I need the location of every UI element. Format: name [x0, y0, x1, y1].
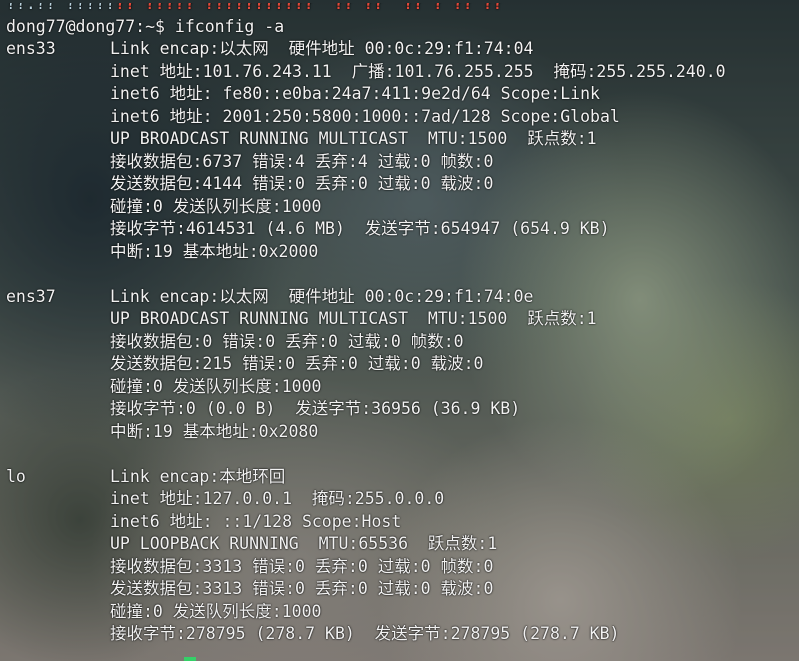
- command-text: ifconfig -a: [174, 16, 285, 36]
- interface-header-line: ens33 Link encap:以太网 硬件地址 00:0c:29:f1:74:…: [6, 38, 796, 61]
- interface-detail-line: 碰撞:0 发送队列长度:1000: [110, 196, 322, 216]
- interface-block-ens33: ens33 Link encap:以太网 硬件地址 00:0c:29:f1:74:…: [6, 38, 796, 286]
- interface-block-ens37: ens37 Link encap:以太网 硬件地址 00:0c:29:f1:74:…: [6, 286, 796, 466]
- interface-detail-line: UP LOOPBACK RUNNING MTU:65536 跃点数:1: [110, 534, 498, 553]
- interface-detail-line: 发送数据包:3313 错误:0 丢弃:0 过载:0 载波:0: [110, 579, 494, 598]
- interface-detail-line: 碰撞:0 发送队列长度:1000: [110, 376, 322, 396]
- interface-detail-line: inet 地址:101.76.243.11 广播:101.76.255.255 …: [110, 61, 726, 81]
- interface-name: lo: [6, 466, 26, 486]
- interface-detail-line: inet6 地址: 2001:250:5800:1000::7ad/128 Sc…: [110, 106, 620, 126]
- interface-list: ens33 Link encap:以太网 硬件地址 00:0c:29:f1:74:…: [6, 38, 796, 646]
- interface-detail-line: 碰撞:0 发送队列长度:1000: [110, 601, 322, 621]
- interface-detail-line: inet6 地址: fe80::e0ba:24a7:411:9e2d/64 Sc…: [110, 84, 600, 103]
- command-line: dong77@dong77:~$ ifconfig -a: [6, 16, 796, 39]
- interface-detail-line: inet 地址:127.0.0.1 掩码:255.0.0.0: [110, 489, 445, 508]
- interface-header-line: lo Link encap:本地环回: [6, 466, 796, 489]
- interface-detail-line: 发送数据包:4144 错误:0 丢弃:0 过载:0 载波:0: [110, 174, 494, 193]
- interface-detail-line: 接收字节:278795 (278.7 KB) 发送字节:278795 (278.…: [110, 624, 620, 643]
- interface-link-info: Link encap:以太网 硬件地址 00:0c:29:f1:74:0e: [110, 286, 534, 306]
- previous-output-prefix: ??:?? ?????: [6, 0, 116, 13]
- interface-link-info: Link encap:本地环回: [110, 466, 286, 486]
- interface-detail-line: UP BROADCAST RUNNING MULTICAST MTU:1500 …: [110, 129, 597, 148]
- interface-detail-line: 接收字节:0 (0.0 B) 发送字节:36956 (36.9 KB): [110, 399, 521, 418]
- interface-name: ens37: [6, 286, 56, 306]
- interface-detail-line: 接收数据包:6737 错误:4 丢弃:4 过载:0 帧数:0: [110, 151, 494, 171]
- interface-detail-line: 接收数据包:3313 错误:0 丢弃:0 过载:0 帧数:0: [110, 556, 494, 576]
- interface-link-info: Link encap:以太网 硬件地址 00:0c:29:f1:74:04: [110, 39, 534, 58]
- interface-name: ens33: [6, 39, 56, 58]
- terminal-cursor: [184, 657, 196, 661]
- interface-detail-line: 中断:19 基本地址:0x2080: [110, 421, 319, 441]
- terminal-window[interactable]: ??:?? ??????? ????? ??????????? ?? ?? ??…: [6, 0, 796, 646]
- interface-detail-line: UP BROADCAST RUNNING MULTICAST MTU:1500 …: [110, 309, 597, 328]
- interface-detail-line: inet6 地址: ::1/128 Scope:Host: [110, 511, 402, 531]
- interface-block-lo: lo Link encap:本地环回 inet 地址:127.0.0.1 掩码:25…: [6, 466, 796, 646]
- previous-output-line: ??:?? ??????? ????? ??????????? ?? ?? ??…: [6, 0, 796, 16]
- previous-output-text: ?? ????? ??????????? ?? ?? ?? ? ?? ??: [115, 0, 503, 13]
- interface-detail-line: 接收数据包:0 错误:0 丢弃:0 过载:0 帧数:0: [110, 331, 464, 351]
- interface-header-line: ens37 Link encap:以太网 硬件地址 00:0c:29:f1:74:…: [6, 286, 796, 309]
- interface-detail-line: 接收字节:4614531 (4.6 MB) 发送字节:654947 (654.9…: [110, 219, 610, 238]
- shell-prompt: dong77@dong77:~$: [6, 16, 175, 36]
- interface-detail-line: 中断:19 基本地址:0x2000: [110, 241, 319, 261]
- interface-detail-line: 发送数据包:215 错误:0 丢弃:0 过载:0 载波:0: [110, 354, 484, 373]
